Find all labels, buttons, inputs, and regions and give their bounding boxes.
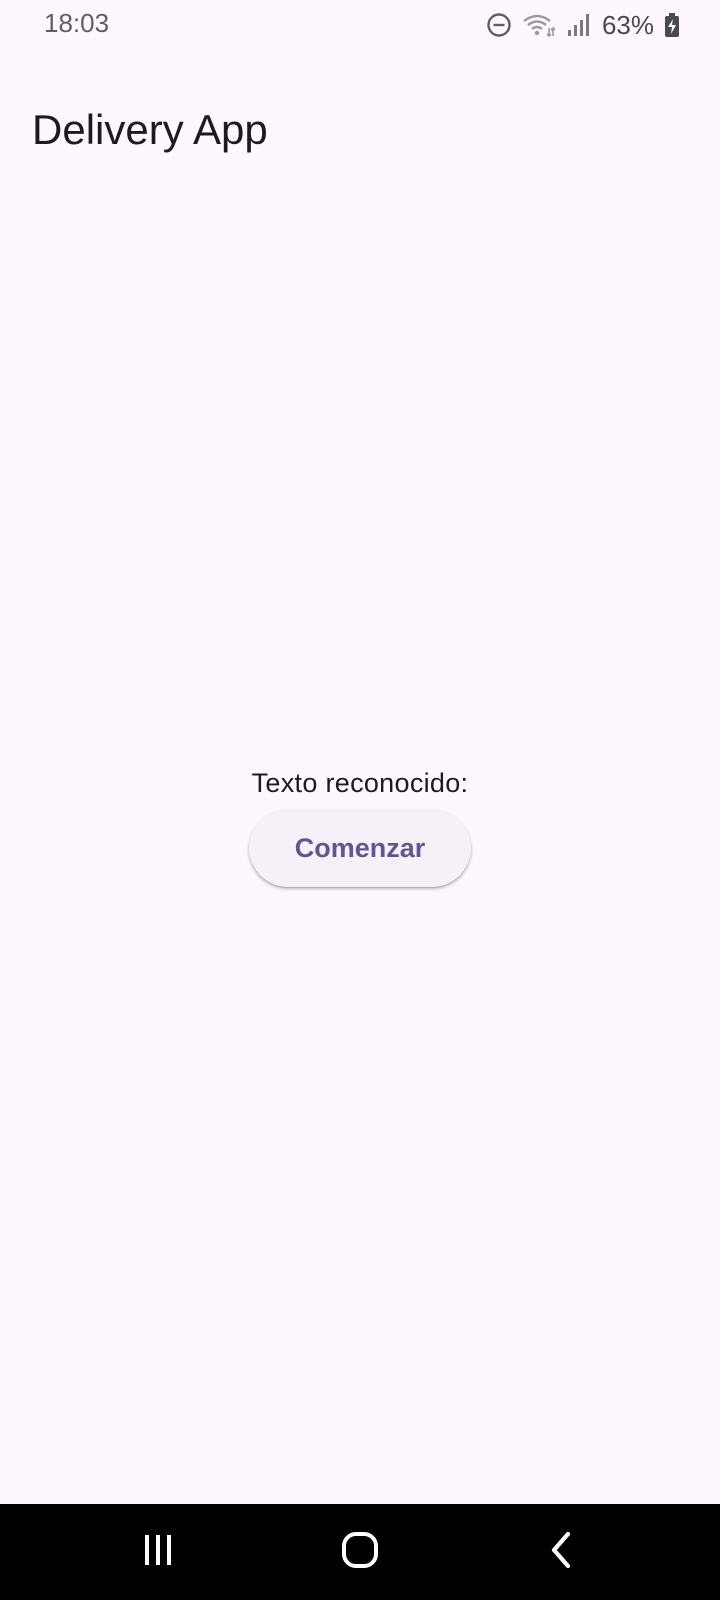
back-icon (544, 1530, 580, 1575)
app-bar: Delivery App (0, 60, 720, 153)
do-not-disturb-icon (486, 12, 512, 38)
signal-icon (566, 12, 592, 38)
status-bar: 18:03 63% (0, 0, 720, 50)
start-button[interactable]: Comenzar (249, 809, 471, 887)
home-icon (340, 1530, 380, 1575)
recents-icon (140, 1532, 176, 1573)
main-content: Texto reconocido: Comenzar (0, 768, 720, 887)
recents-button[interactable] (130, 1532, 186, 1572)
battery-percentage: 63% (601, 9, 654, 40)
back-button[interactable] (534, 1530, 590, 1575)
navigation-bar (0, 1504, 720, 1600)
wifi-icon (522, 12, 556, 38)
recognized-text-label: Texto reconocido: (251, 768, 469, 798)
page-title: Delivery App (32, 106, 268, 154)
status-time: 18:03 (44, 8, 110, 38)
status-icons: 63% (486, 8, 680, 42)
home-button[interactable] (332, 1530, 388, 1575)
battery-charging-icon (664, 12, 680, 38)
